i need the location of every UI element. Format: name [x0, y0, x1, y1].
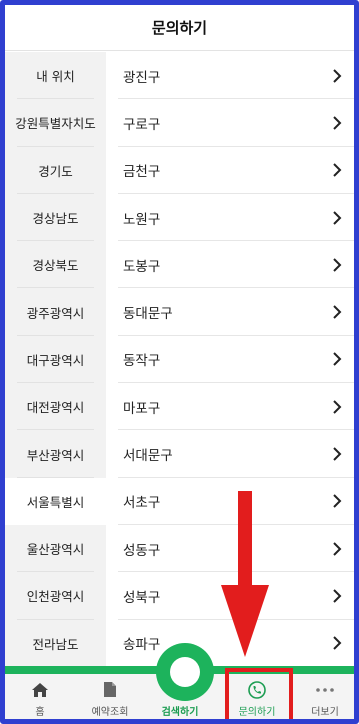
region-sidebar: 내 위치 강원특별자치도 경기도 경상남도 경상북도 광주광역시 대구광역시 대… [5, 52, 106, 672]
sidebar-item-label: 울산광역시 [26, 542, 85, 558]
list-item-label: 서대문구 [123, 448, 173, 465]
chevron-right-icon [330, 210, 344, 225]
sidebar-item-label: 전라남도 [32, 636, 79, 652]
document-icon [100, 681, 120, 699]
sidebar-item-label: 인천광역시 [26, 589, 85, 605]
pointer-arrow-icon [221, 491, 269, 657]
chevron-right-icon [330, 352, 344, 367]
app-header: 문의하기 [5, 5, 354, 51]
list-item-label: 금천구 [123, 164, 161, 181]
sidebar-item-label: 경상남도 [32, 211, 79, 227]
list-item-label: 동대문구 [123, 306, 173, 323]
list-item[interactable]: 노원구 [106, 194, 354, 242]
sidebar-item-label: 내 위치 [36, 69, 75, 85]
list-item-label: 서초구 [123, 495, 161, 512]
sidebar-item-gyeongnam[interactable]: 경상남도 [5, 194, 106, 242]
sidebar-item-label: 광주광역시 [26, 305, 85, 321]
tab-home[interactable]: 홈 [5, 674, 75, 719]
sidebar-item-label: 경상북도 [32, 258, 79, 274]
chevron-right-icon [330, 116, 344, 130]
sidebar-item-gangwon[interactable]: 강원특별자치도 [5, 99, 106, 147]
list-item-label: 동작구 [123, 353, 161, 370]
list-item[interactable]: 서대문구 [106, 430, 354, 478]
chevron-right-icon [330, 494, 344, 509]
sidebar-item-gwangju[interactable]: 광주광역시 [5, 288, 106, 336]
sidebar-item-incheon[interactable]: 인천광역시 [5, 572, 106, 620]
sidebar-item-label: 대전광역시 [26, 400, 85, 416]
list-item-label: 광진구 [123, 69, 161, 86]
home-icon [30, 681, 50, 699]
list-item[interactable]: 광진구 [106, 52, 354, 100]
sidebar-item-label: 서울특별시 [26, 494, 85, 510]
tab-search-label: 검색하기 [161, 706, 199, 718]
chevron-right-icon [330, 400, 344, 414]
app-frame: 문의하기 내 위치 강원특별자치도 경기도 경상남도 경상북도 광주광역시 대구… [0, 0, 359, 724]
sidebar-item-jeonnam[interactable]: 전라남도 [5, 620, 106, 667]
sidebar-item-seoul[interactable]: 서울특별시 [5, 477, 106, 525]
list-item-label: 송파구 [123, 637, 161, 654]
list-item-label: 노원구 [123, 211, 161, 228]
list-item-label: 성동구 [123, 542, 161, 559]
list-item-label: 도봉구 [123, 258, 161, 275]
tab-reservation-label: 예약조회 [91, 706, 129, 718]
chevron-right-icon [330, 447, 344, 461]
sidebar-item-label: 부산광역시 [26, 447, 85, 463]
tab-more[interactable]: 더보기 [290, 674, 354, 719]
sidebar-item-gyeongbuk[interactable]: 경상북도 [5, 241, 106, 289]
sidebar-item-label: 대구광역시 [26, 352, 85, 368]
list-item[interactable]: 구로구 [106, 99, 354, 147]
highlight-box [225, 668, 293, 719]
sidebar-item-ulsan[interactable]: 울산광역시 [5, 525, 106, 573]
chevron-right-icon [330, 305, 344, 319]
list-item[interactable]: 동작구 [106, 336, 354, 384]
page-title: 문의하기 [151, 19, 208, 37]
sidebar-item-daejeon[interactable]: 대전광역시 [5, 383, 106, 431]
sidebar-item-daegu[interactable]: 대구광역시 [5, 336, 106, 384]
chevron-right-icon [330, 163, 344, 177]
chevron-right-icon [330, 68, 344, 83]
sidebar-item-label: 경기도 [38, 163, 73, 179]
sidebar-item-gyeonggi[interactable]: 경기도 [5, 147, 106, 194]
list-item[interactable]: 마포구 [106, 383, 354, 431]
search-fab-icon [170, 657, 200, 687]
chevron-right-icon [330, 258, 344, 272]
chevron-right-icon [330, 636, 344, 650]
tab-reservation[interactable]: 예약조회 [75, 674, 145, 719]
sidebar-item-label: 강원특별자치도 [15, 116, 96, 132]
chevron-right-icon [330, 541, 344, 556]
list-item-label: 마포구 [123, 400, 161, 417]
list-item[interactable]: 도봉구 [106, 241, 354, 289]
sidebar-item-busan[interactable]: 부산광역시 [5, 430, 106, 478]
list-item-label: 구로구 [123, 116, 161, 133]
list-item[interactable]: 동대문구 [106, 288, 354, 336]
tab-home-label: 홈 [35, 706, 45, 718]
more-icon [315, 681, 335, 699]
sidebar-item-my-location[interactable]: 내 위치 [5, 52, 106, 100]
list-item[interactable]: 금천구 [106, 147, 354, 194]
list-item-label: 성북구 [123, 589, 161, 606]
tab-more-label: 더보기 [311, 706, 339, 718]
chevron-right-icon [330, 589, 344, 603]
search-fab-button[interactable] [156, 643, 214, 701]
